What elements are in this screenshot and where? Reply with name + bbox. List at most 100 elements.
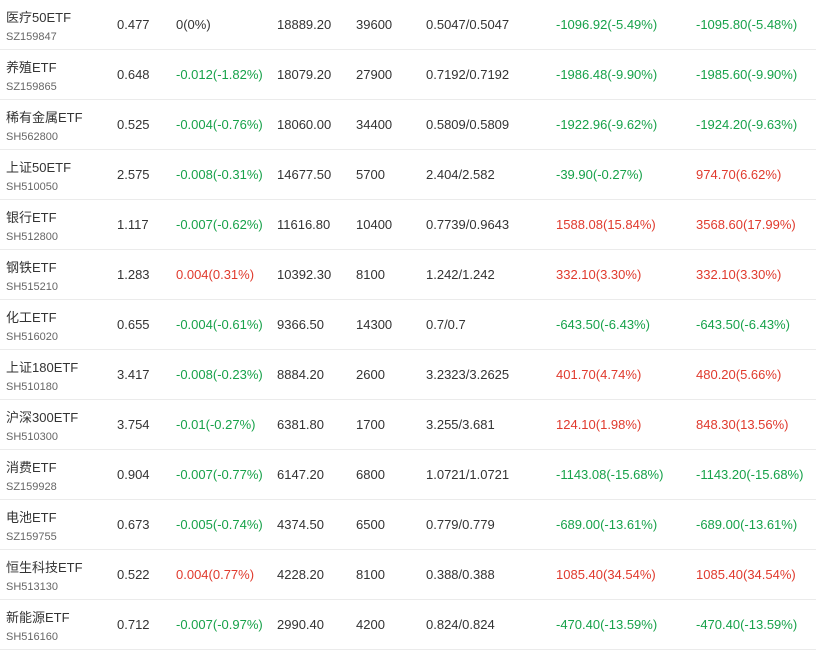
volume-cell: 34400 xyxy=(356,117,393,132)
table-row[interactable]: 银行ETF SH512800 1.117 -0.007(-0.62%) 11616.80… xyxy=(0,200,816,250)
fund-name-cell[interactable]: 消费ETF SZ159928 xyxy=(6,450,57,499)
fund-name[interactable]: 上证50ETF xyxy=(6,157,71,176)
total-profit-loss-cell: -1985.60(-9.90%) xyxy=(696,67,798,82)
fund-code: SH512800 xyxy=(6,230,58,243)
change-cell: -0.007(-0.77%) xyxy=(176,467,263,482)
profit-loss-cell: -1922.96(-9.62%) xyxy=(556,117,658,132)
volume-cell: 1700 xyxy=(356,417,385,432)
change-cell: 0(0%) xyxy=(176,17,211,32)
table-row[interactable]: 新能源ETF SH516160 0.712 -0.007(-0.97%) 2990.40… xyxy=(0,600,816,650)
table-row[interactable]: 钢铁ETF SH515210 1.283 0.004(0.31%) 10392.30 81… xyxy=(0,250,816,300)
fund-name-cell[interactable]: 沪深300ETF SH510300 xyxy=(6,400,78,449)
table-row[interactable]: 恒生科技ETF SH513130 0.522 0.004(0.77%) 4228.20 8… xyxy=(0,550,816,600)
profit-loss-cell: -39.90(-0.27%) xyxy=(556,167,643,182)
market-value-cell: 14677.50 xyxy=(277,167,332,182)
total-profit-loss-cell: -689.00(-13.61%) xyxy=(696,517,798,532)
fund-name[interactable]: 银行ETF xyxy=(6,207,57,226)
market-value-cell: 18889.20 xyxy=(277,17,332,32)
fund-name[interactable]: 新能源ETF xyxy=(6,607,70,626)
cost-price-cell: 0.7739/0.9643 xyxy=(426,217,510,232)
volume-cell: 4200 xyxy=(356,617,385,632)
fund-code: SZ159865 xyxy=(6,80,57,93)
fund-name-cell[interactable]: 银行ETF SH512800 xyxy=(6,200,58,249)
fund-name[interactable]: 养殖ETF xyxy=(6,57,57,76)
profit-loss-cell: -1986.48(-9.90%) xyxy=(556,67,658,82)
profit-loss-cell: -689.00(-13.61%) xyxy=(556,517,658,532)
volume-cell: 27900 xyxy=(356,67,393,82)
table-row[interactable]: 上证180ETF SH510180 3.417 -0.008(-0.23%) 8884.… xyxy=(0,350,816,400)
fund-name[interactable]: 钢铁ETF xyxy=(6,257,57,276)
fund-name[interactable]: 恒生科技ETF xyxy=(6,557,83,576)
cost-price-cell: 0.7/0.7 xyxy=(426,317,466,332)
volume-cell: 6500 xyxy=(356,517,385,532)
fund-name-cell[interactable]: 医疗50ETF SZ159847 xyxy=(6,0,71,49)
market-value-cell: 9366.50 xyxy=(277,317,324,332)
market-value-cell: 4374.50 xyxy=(277,517,324,532)
price-cell: 0.712 xyxy=(117,617,150,632)
profit-loss-cell: -470.40(-13.59%) xyxy=(556,617,658,632)
market-value-cell: 4228.20 xyxy=(277,567,324,582)
total-profit-loss-cell: -643.50(-6.43%) xyxy=(696,317,790,332)
cost-price-cell: 0.388/0.388 xyxy=(426,567,495,582)
profit-loss-cell: -643.50(-6.43%) xyxy=(556,317,650,332)
fund-name-cell[interactable]: 钢铁ETF SH515210 xyxy=(6,250,58,299)
fund-name[interactable]: 消费ETF xyxy=(6,457,57,476)
profit-loss-cell: 1588.08(15.84%) xyxy=(556,217,656,232)
profit-loss-cell: -1096.92(-5.49%) xyxy=(556,17,658,32)
table-row[interactable]: 医疗50ETF SZ159847 0.477 0(0%) 18889.20 39600 0.… xyxy=(0,0,816,50)
fund-name[interactable]: 化工ETF xyxy=(6,307,57,326)
table-row[interactable]: 上证50ETF SH510050 2.575 -0.008(-0.31%) 14677.… xyxy=(0,150,816,200)
cost-price-cell: 0.779/0.779 xyxy=(426,517,495,532)
table-row[interactable]: 化工ETF SH516020 0.655 -0.004(-0.61%) 9366.50 1… xyxy=(0,300,816,350)
volume-cell: 39600 xyxy=(356,17,393,32)
cost-price-cell: 0.7192/0.7192 xyxy=(426,67,510,82)
price-cell: 0.655 xyxy=(117,317,150,332)
change-cell: 0.004(0.31%) xyxy=(176,267,255,282)
volume-cell: 8100 xyxy=(356,567,385,582)
table-row[interactable]: 电池ETF SZ159755 0.673 -0.005(-0.74%) 4374.50 6… xyxy=(0,500,816,550)
change-cell: 0.004(0.77%) xyxy=(176,567,255,582)
cost-price-cell: 1.242/1.242 xyxy=(426,267,495,282)
total-profit-loss-cell: 1085.40(34.54%) xyxy=(696,567,796,582)
fund-name-cell[interactable]: 上证180ETF SH510180 xyxy=(6,350,78,399)
fund-code: SZ159847 xyxy=(6,30,57,43)
market-value-cell: 8884.20 xyxy=(277,367,324,382)
fund-code: SH513130 xyxy=(6,580,58,593)
table-row[interactable]: 稀有金属ETF SH562800 0.525 -0.004(-0.76%) 18060.… xyxy=(0,100,816,150)
cost-price-cell: 3.255/3.681 xyxy=(426,417,495,432)
volume-cell: 5700 xyxy=(356,167,385,182)
fund-name[interactable]: 稀有金属ETF xyxy=(6,107,83,126)
fund-name-cell[interactable]: 上证50ETF SH510050 xyxy=(6,150,71,199)
price-cell: 1.117 xyxy=(117,217,149,232)
market-value-cell: 6147.20 xyxy=(277,467,324,482)
fund-name[interactable]: 上证180ETF xyxy=(6,357,78,376)
price-cell: 0.477 xyxy=(117,17,150,32)
change-cell: -0.004(-0.61%) xyxy=(176,317,263,332)
fund-name-cell[interactable]: 养殖ETF SZ159865 xyxy=(6,50,57,99)
price-cell: 2.575 xyxy=(117,167,150,182)
holdings-table: 医疗50ETF SZ159847 0.477 0(0%) 18889.20 39600 0.… xyxy=(0,0,816,650)
cost-price-cell: 1.0721/1.0721 xyxy=(426,467,510,482)
fund-name-cell[interactable]: 稀有金属ETF SH562800 xyxy=(6,100,83,149)
fund-code: SZ159755 xyxy=(6,530,57,543)
market-value-cell: 18060.00 xyxy=(277,117,332,132)
volume-cell: 2600 xyxy=(356,367,385,382)
table-row[interactable]: 消费ETF SZ159928 0.904 -0.007(-0.77%) 6147.20 6… xyxy=(0,450,816,500)
fund-code: SH510180 xyxy=(6,380,58,393)
fund-name[interactable]: 医疗50ETF xyxy=(6,7,71,26)
volume-cell: 6800 xyxy=(356,467,385,482)
fund-name-cell[interactable]: 电池ETF SZ159755 xyxy=(6,500,57,549)
fund-name-cell[interactable]: 化工ETF SH516020 xyxy=(6,300,58,349)
change-cell: -0.005(-0.74%) xyxy=(176,517,263,532)
table-row[interactable]: 沪深300ETF SH510300 3.754 -0.01(-0.27%) 6381.8… xyxy=(0,400,816,450)
fund-name-cell[interactable]: 新能源ETF SH516160 xyxy=(6,600,70,649)
table-row[interactable]: 养殖ETF SZ159865 0.648 -0.012(-1.82%) 18079.20… xyxy=(0,50,816,100)
profit-loss-cell: -1143.08(-15.68%) xyxy=(556,467,664,482)
price-cell: 0.648 xyxy=(117,67,150,82)
fund-name[interactable]: 电池ETF xyxy=(6,507,57,526)
total-profit-loss-cell: -1143.20(-15.68%) xyxy=(696,467,804,482)
fund-name-cell[interactable]: 恒生科技ETF SH513130 xyxy=(6,550,83,599)
price-cell: 0.522 xyxy=(117,567,150,582)
total-profit-loss-cell: 480.20(5.66%) xyxy=(696,367,782,382)
fund-name[interactable]: 沪深300ETF xyxy=(6,407,78,426)
